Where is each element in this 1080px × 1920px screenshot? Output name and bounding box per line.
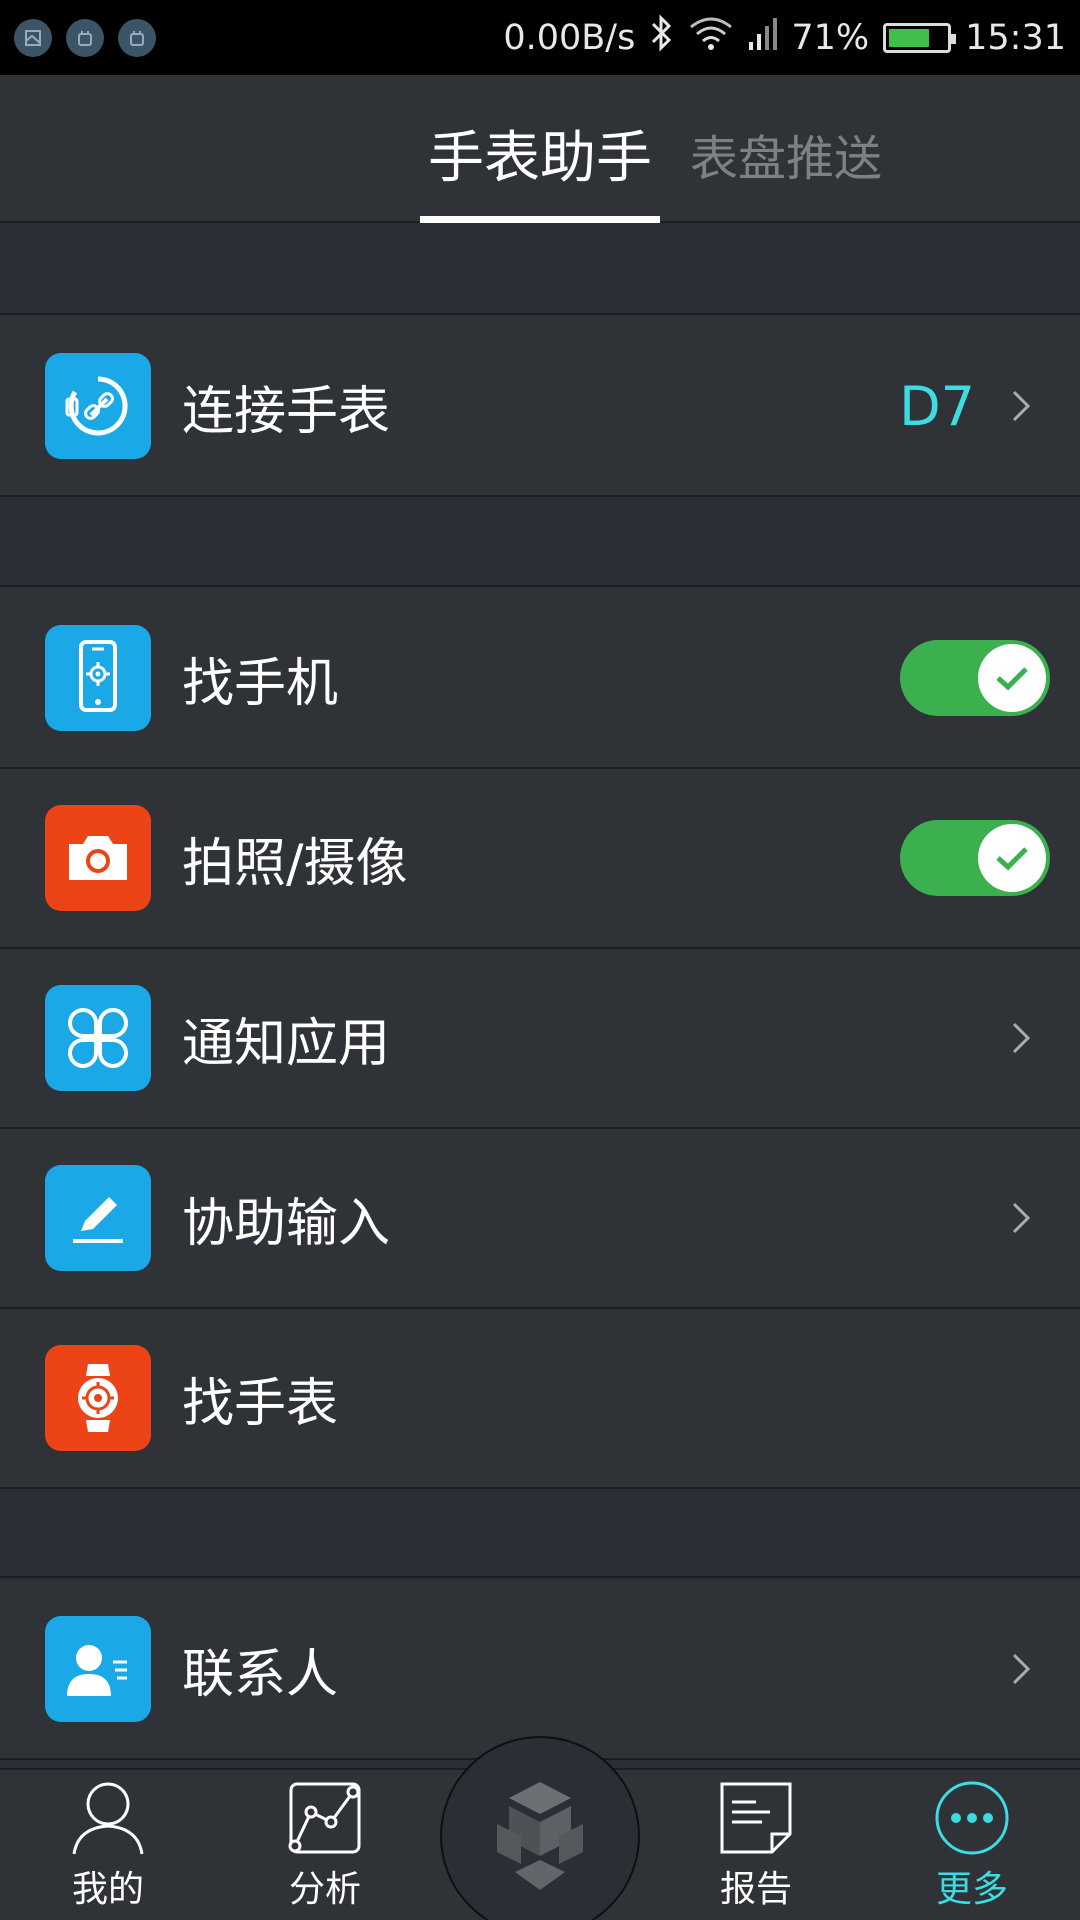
battery-icon bbox=[883, 22, 957, 53]
battery-percent: 71% bbox=[791, 17, 870, 58]
chart-icon bbox=[288, 1782, 361, 1854]
clock: 15:31 bbox=[965, 17, 1066, 58]
camera-icon bbox=[45, 805, 151, 911]
android-notification-icon bbox=[66, 18, 104, 57]
nav-analysis[interactable]: 分析 bbox=[255, 1778, 395, 1912]
wifi-icon bbox=[689, 15, 733, 60]
camera-label: 拍照/摄像 bbox=[182, 833, 408, 894]
contacts-label: 联系人 bbox=[182, 1644, 339, 1705]
nav-my-label: 我的 bbox=[71, 1869, 144, 1910]
row-contacts[interactable]: 联系人 bbox=[0, 1580, 1080, 1760]
cube-logo-icon bbox=[497, 1782, 583, 1890]
system-status: 0.00B/s 71% 15:31 bbox=[503, 14, 1066, 61]
find-phone-label: 找手机 bbox=[182, 653, 339, 714]
nav-report[interactable]: 报告 bbox=[686, 1778, 826, 1912]
find-watch-icon bbox=[45, 1345, 151, 1451]
find-watch-label: 找手表 bbox=[182, 1373, 339, 1434]
report-icon bbox=[720, 1782, 792, 1854]
row-find-phone[interactable]: 找手机 bbox=[0, 589, 1080, 769]
row-assisted-input[interactable]: 协助输入 bbox=[0, 1129, 1080, 1309]
section-divider bbox=[0, 225, 1080, 315]
screenshot-notification-icon bbox=[14, 18, 52, 57]
chevron-right-icon bbox=[1012, 390, 1031, 422]
watch-link-icon bbox=[45, 353, 151, 459]
screen: 0.00B/s 71% 15:31 手表助手 表盘推送 连接手表 D7 找手机 … bbox=[0, 0, 1080, 1920]
nav-more-label: 更多 bbox=[935, 1869, 1008, 1910]
camera-toggle[interactable] bbox=[900, 820, 1050, 896]
chevron-right-icon bbox=[1012, 1653, 1031, 1685]
find-phone-toggle[interactable] bbox=[900, 640, 1050, 716]
active-tab-indicator bbox=[420, 216, 660, 223]
contacts-icon bbox=[45, 1616, 151, 1722]
status-bar: 0.00B/s 71% 15:31 bbox=[0, 0, 1080, 75]
net-speed: 0.00B/s bbox=[503, 17, 636, 58]
android-notification-icon-2 bbox=[118, 18, 156, 57]
chevron-right-icon bbox=[1012, 1022, 1031, 1054]
row-connect-watch[interactable]: 连接手表 D7 bbox=[0, 317, 1080, 497]
person-icon bbox=[72, 1782, 144, 1855]
signal-icon bbox=[747, 16, 778, 59]
row-find-watch[interactable]: 找手表 bbox=[0, 1309, 1080, 1489]
section-divider bbox=[0, 499, 1080, 587]
bluetooth-icon bbox=[649, 14, 675, 61]
apps-grid-icon bbox=[45, 985, 151, 1091]
check-icon bbox=[978, 824, 1046, 892]
notification-icons bbox=[14, 18, 156, 57]
connect-watch-label: 连接手表 bbox=[182, 381, 391, 442]
section-divider bbox=[0, 1489, 1080, 1578]
chevron-right-icon bbox=[1012, 1202, 1031, 1234]
nav-my[interactable]: 我的 bbox=[38, 1778, 178, 1912]
notification-apps-label: 通知应用 bbox=[182, 1013, 391, 1074]
nav-analysis-label: 分析 bbox=[288, 1869, 361, 1910]
tab-watchface-push[interactable]: 表盘推送 bbox=[690, 119, 882, 189]
battery-fill bbox=[889, 28, 929, 47]
connected-device-name: D7 bbox=[899, 374, 975, 438]
nav-report-label: 报告 bbox=[719, 1869, 792, 1910]
center-logo-button[interactable] bbox=[440, 1736, 640, 1920]
assisted-input-label: 协助输入 bbox=[182, 1193, 391, 1254]
find-phone-icon bbox=[45, 625, 151, 731]
row-notification-apps[interactable]: 通知应用 bbox=[0, 949, 1080, 1129]
tab-watch-assistant[interactable]: 手表助手 bbox=[420, 113, 660, 194]
row-camera[interactable]: 拍照/摄像 bbox=[0, 769, 1080, 949]
pen-icon bbox=[45, 1165, 151, 1271]
check-icon bbox=[978, 644, 1046, 712]
more-icon bbox=[935, 1781, 1009, 1855]
header: 手表助手 表盘推送 bbox=[0, 75, 1080, 223]
nav-more[interactable]: 更多 bbox=[902, 1778, 1042, 1912]
